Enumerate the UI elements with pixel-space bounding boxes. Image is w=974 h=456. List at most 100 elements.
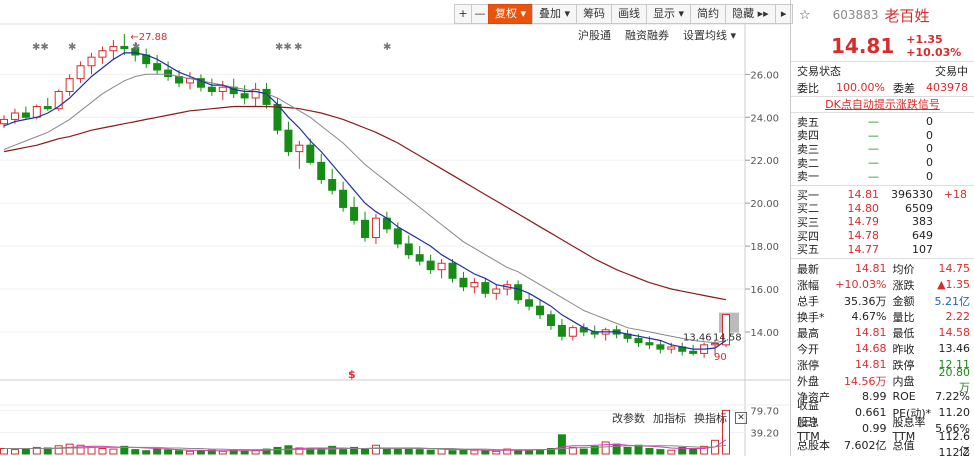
- volume-tick-label: 79.70: [750, 406, 779, 417]
- candle-body: [328, 179, 337, 191]
- ask-vol: 0: [926, 128, 933, 142]
- bid-row: 买五 14.77 107: [791, 242, 974, 257]
- stat-value: 4.67%: [851, 310, 887, 324]
- candle-body: [273, 103, 282, 131]
- stat-label: 量比: [892, 310, 915, 324]
- stat-label: 跌停: [892, 358, 915, 372]
- candle-body: [371, 217, 380, 238]
- volume-bar: [175, 450, 184, 455]
- draw-line-button[interactable]: 画线: [611, 4, 648, 24]
- y-tick-label: 18.00: [750, 242, 779, 253]
- stock-chart-window: 14.00 16.00 18.00 20.00 22.00 24.00 26.00 ←27.8…: [0, 0, 974, 456]
- stat-value: 14.81: [854, 358, 887, 372]
- ask-vol: 0: [926, 115, 933, 129]
- event-star-marker: ✱: [383, 42, 391, 53]
- ma-settings-dropdown[interactable]: 设置均线 ▾: [683, 27, 736, 43]
- candle-body: [470, 282, 479, 288]
- switch-indicator-button[interactable]: 换指标: [694, 410, 727, 426]
- volume-bar: [536, 449, 545, 455]
- candle-body: [0, 118, 8, 125]
- candle-body: [218, 86, 227, 93]
- margin-trading-link[interactable]: 融资融券: [625, 27, 669, 43]
- candle-body: [448, 262, 457, 279]
- volume-bar: [98, 448, 107, 455]
- stat-value: 7.22%: [935, 390, 971, 404]
- bid-vol: 649: [912, 229, 933, 243]
- candle-body: [306, 144, 315, 163]
- hide-panel-button[interactable]: 隐藏 ▸▸: [725, 4, 776, 24]
- candle-body: [568, 327, 577, 337]
- kline-chart[interactable]: 14.0016.0018.0020.0022.0024.0026.00←27.8…: [0, 0, 790, 456]
- zoom-in-button[interactable]: +: [454, 4, 472, 24]
- stat-label: 昨收: [892, 342, 915, 356]
- ask-row: 卖一 — 0: [791, 169, 974, 184]
- volume-bar: [689, 448, 698, 455]
- stat-value: 2.22: [945, 310, 971, 324]
- trade-status-row: 交易状态 交易中: [791, 62, 974, 79]
- candle-body: [404, 243, 413, 256]
- candle-body: [437, 262, 446, 271]
- candle-body: [634, 337, 643, 344]
- stat-label: 涨停: [797, 358, 819, 372]
- stat-label: 内盘: [892, 374, 915, 388]
- low-left-label: 13.46: [683, 333, 712, 344]
- bid-price: 14.79: [847, 215, 880, 229]
- low-right-label: 14.58: [713, 333, 742, 344]
- volume-bar: [109, 448, 118, 455]
- stat-value: 14.68: [854, 342, 887, 356]
- favorite-star-icon[interactable]: ☆: [799, 8, 811, 23]
- price-change: +1.35 +10.03%: [906, 33, 961, 59]
- candle-body: [525, 299, 534, 307]
- y-tick-label: 14.00: [750, 328, 779, 339]
- candle-body: [536, 305, 545, 316]
- bid-label: 买五: [797, 243, 819, 257]
- stat-value: 5.21亿: [934, 294, 971, 308]
- display-dropdown[interactable]: 显示 ▾: [646, 4, 692, 24]
- volume-bar: [634, 444, 643, 455]
- volume-tick-label: 39.20: [750, 429, 779, 440]
- volume-bar: [656, 449, 665, 455]
- ask-price: —: [868, 128, 879, 142]
- volume-bar: [371, 444, 380, 455]
- candle-body: [65, 78, 74, 93]
- shanghai-connect-link[interactable]: 沪股通: [578, 27, 611, 43]
- stat-label: 金额: [892, 294, 915, 308]
- volume-bar: [525, 449, 534, 455]
- bid-price: 14.81: [847, 188, 880, 202]
- price-block: 14.81 +1.35 +10.03%: [791, 30, 974, 62]
- zoom-out-button[interactable]: —: [471, 4, 489, 24]
- volume-bar: [612, 443, 621, 455]
- event-star-marker: ✱✱: [32, 42, 49, 53]
- edit-params-button[interactable]: 改参数: [612, 410, 645, 426]
- low-bottom-label: 90: [714, 352, 727, 363]
- volume-bar: [273, 446, 282, 455]
- candle-body: [109, 45, 118, 52]
- bid-vol: 383: [912, 215, 933, 229]
- volume-bar: [142, 450, 151, 455]
- candle-body: [481, 282, 490, 294]
- candle-body: [645, 342, 654, 346]
- restore-rights-dropdown[interactable]: 复权 ▾: [488, 4, 534, 24]
- candle-body: [10, 112, 19, 120]
- overlay-dropdown[interactable]: 叠加 ▾: [532, 4, 578, 24]
- chips-button[interactable]: 筹码: [576, 4, 613, 24]
- brief-button[interactable]: 简约: [690, 4, 727, 24]
- stat-value: 7.602亿: [843, 438, 887, 452]
- candle-body: [87, 56, 96, 67]
- y-tick-label: 24.00: [750, 113, 779, 124]
- bid-vol: 396330: [891, 188, 933, 202]
- candle-body: [295, 144, 304, 153]
- volume-bar: [21, 448, 30, 455]
- add-indicator-button[interactable]: 加指标: [653, 410, 686, 426]
- stat-label: 总股本: [797, 438, 830, 452]
- event-star-marker: ✱: [294, 42, 302, 53]
- stat-label: 今开: [797, 342, 819, 356]
- dk-signal-link[interactable]: DK点自动提示涨跌信号: [791, 96, 974, 113]
- candle-body: [393, 228, 402, 245]
- close-icon[interactable]: ✕: [735, 412, 747, 424]
- candle-body: [557, 325, 566, 337]
- event-star-marker: ✱: [68, 42, 76, 53]
- volume-bar: [240, 450, 249, 455]
- volume-bar: [557, 434, 566, 455]
- candle-body: [350, 206, 359, 221]
